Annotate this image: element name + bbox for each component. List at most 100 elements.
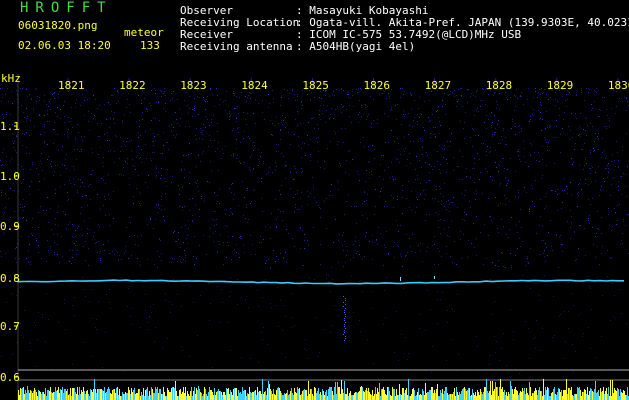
bottom-noise-bar xyxy=(361,386,362,400)
noise-dot xyxy=(438,117,439,118)
noise-dot xyxy=(225,214,226,215)
noise-dot xyxy=(245,299,246,300)
noise-dot xyxy=(145,131,146,132)
noise-dot xyxy=(270,371,271,372)
noise-dot xyxy=(182,350,183,351)
noise-dot xyxy=(305,339,306,340)
noise-dot xyxy=(586,88,587,89)
bottom-noise-bar xyxy=(42,392,43,400)
noise-dot xyxy=(310,154,311,155)
noise-dot xyxy=(142,119,143,120)
noise-dot xyxy=(119,158,120,159)
noise-dot xyxy=(524,156,525,157)
bottom-noise-bar xyxy=(56,391,57,400)
noise-dot xyxy=(458,166,459,167)
noise-dot xyxy=(566,283,567,284)
noise-dot xyxy=(140,157,141,158)
noise-dot xyxy=(498,164,499,165)
noise-dot xyxy=(238,253,239,254)
noise-dot xyxy=(88,265,89,266)
noise-dot xyxy=(398,231,399,232)
noise-dot xyxy=(330,191,331,192)
bottom-noise-bar xyxy=(380,396,381,400)
noise-dot xyxy=(219,104,220,105)
bottom-noise-bar xyxy=(591,389,592,400)
noise-dot xyxy=(533,109,534,110)
noise-dot xyxy=(581,88,582,89)
noise-dot xyxy=(623,221,624,222)
noise-dot xyxy=(589,215,590,216)
noise-dot xyxy=(155,118,156,119)
noise-dot xyxy=(154,136,155,137)
noise-dot xyxy=(350,98,351,99)
noise-dot xyxy=(282,124,283,125)
noise-dot xyxy=(54,122,55,123)
bottom-noise-bar xyxy=(342,389,343,400)
bottom-noise-bar xyxy=(311,389,312,400)
bottom-noise-bar xyxy=(336,394,337,400)
noise-dot xyxy=(377,123,378,124)
noise-dot xyxy=(109,140,110,141)
noise-dot xyxy=(39,115,40,116)
bottom-noise-bar xyxy=(399,384,400,400)
meteor-echo-dot xyxy=(344,320,345,321)
noise-dot xyxy=(20,88,21,89)
bottom-noise-bar xyxy=(348,396,349,400)
noise-dot xyxy=(539,119,540,120)
noise-dot xyxy=(607,250,608,251)
noise-dot xyxy=(555,191,556,192)
noise-dot xyxy=(203,151,204,152)
noise-dot xyxy=(425,189,426,190)
noise-dot xyxy=(166,186,167,187)
noise-dot xyxy=(498,266,499,267)
noise-dot xyxy=(161,91,162,92)
bottom-noise-bar xyxy=(621,392,622,400)
noise-dot xyxy=(625,174,626,175)
noise-dot xyxy=(197,96,198,97)
noise-dot xyxy=(144,98,145,99)
noise-dot xyxy=(570,182,571,183)
bottom-noise-bar xyxy=(337,382,338,400)
noise-dot xyxy=(241,297,242,298)
noise-dot xyxy=(183,242,184,243)
noise-dot xyxy=(397,159,398,160)
noise-dot xyxy=(81,136,82,137)
noise-dot xyxy=(345,128,346,129)
bottom-noise-bar xyxy=(115,393,116,400)
noise-dot xyxy=(400,254,401,255)
bottom-noise-bar xyxy=(108,387,109,400)
noise-dot xyxy=(77,124,78,125)
bottom-noise-bar xyxy=(440,390,441,400)
noise-dot xyxy=(38,252,39,253)
noise-dot xyxy=(467,257,468,258)
noise-dot xyxy=(437,248,438,249)
noise-dot xyxy=(406,255,407,256)
bottom-noise-bar xyxy=(592,391,593,400)
bottom-noise-bar xyxy=(373,396,374,400)
bottom-noise-bar xyxy=(127,393,128,400)
noise-dot xyxy=(49,101,50,102)
noise-dot xyxy=(494,115,495,116)
noise-dot xyxy=(294,166,295,167)
noise-dot xyxy=(576,94,577,95)
noise-dot xyxy=(254,189,255,190)
noise-dot xyxy=(582,336,583,337)
noise-dot xyxy=(417,179,418,180)
noise-dot xyxy=(475,199,476,200)
bottom-noise-bar xyxy=(184,393,185,400)
noise-dot xyxy=(275,305,276,306)
noise-dot xyxy=(228,245,229,246)
noise-dot xyxy=(281,122,282,123)
meteor-echo-dot xyxy=(345,316,346,317)
noise-dot xyxy=(174,259,175,260)
noise-dot xyxy=(395,179,396,180)
bottom-noise-bar xyxy=(152,389,153,400)
noise-dot xyxy=(189,96,190,97)
noise-dot xyxy=(161,196,162,197)
bottom-noise-bar xyxy=(267,388,268,400)
noise-dot xyxy=(272,90,273,91)
noise-dot xyxy=(512,119,513,120)
noise-dot xyxy=(491,314,492,315)
noise-dot xyxy=(518,197,519,198)
bottom-noise-bar xyxy=(180,389,181,400)
